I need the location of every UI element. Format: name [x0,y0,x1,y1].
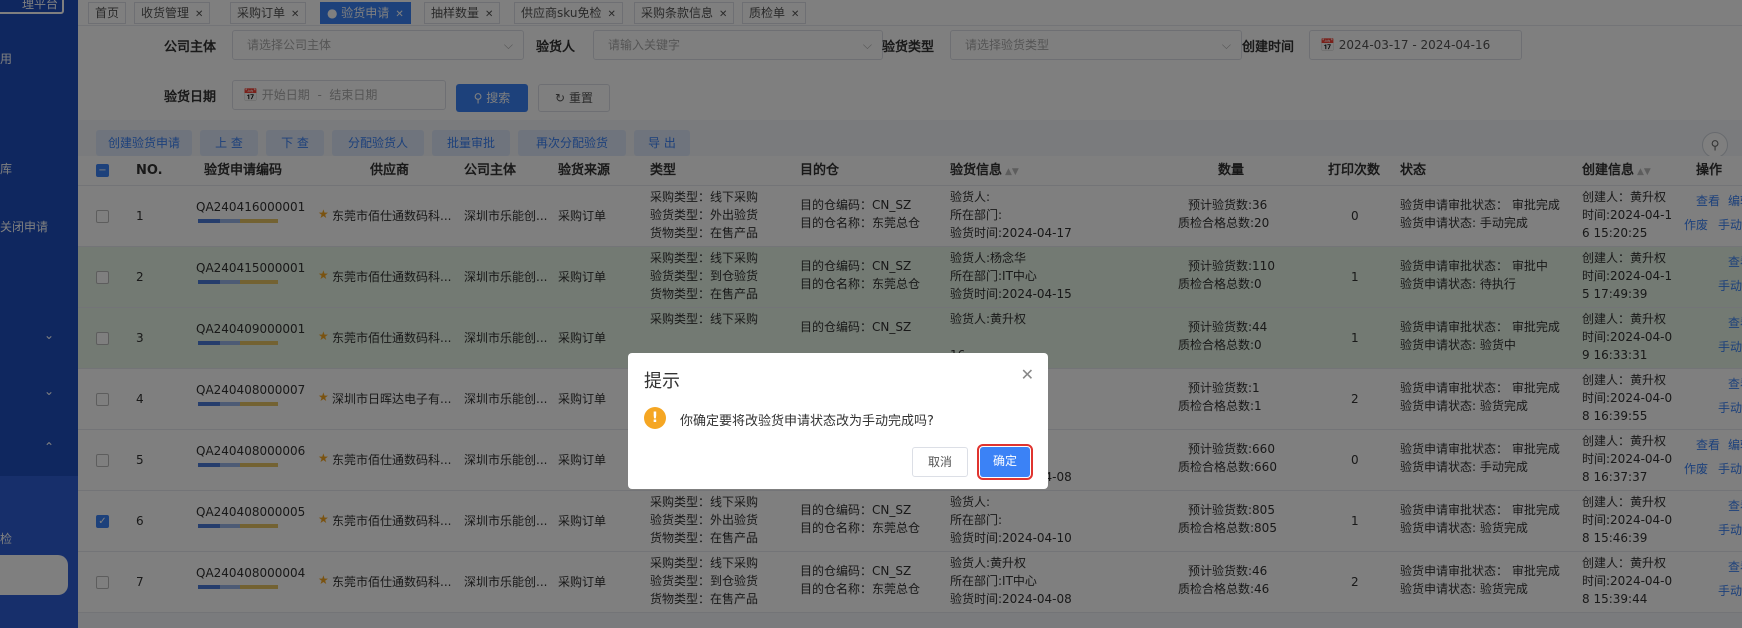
confirm-button[interactable]: 确定 [977,444,1033,480]
dialog-title: 提示 [644,371,680,392]
warning-icon: ! [644,407,666,429]
cancel-button[interactable]: 取消 [912,447,968,477]
close-icon[interactable]: ✕ [1021,365,1034,384]
modal-overlay[interactable] [0,0,1742,628]
dialog-message: 你确定要将改验货申请状态改为手动完成吗? [680,414,934,429]
confirm-dialog: 提示 ✕ ! 你确定要将改验货申请状态改为手动完成吗? 取消 确定 [628,353,1048,489]
